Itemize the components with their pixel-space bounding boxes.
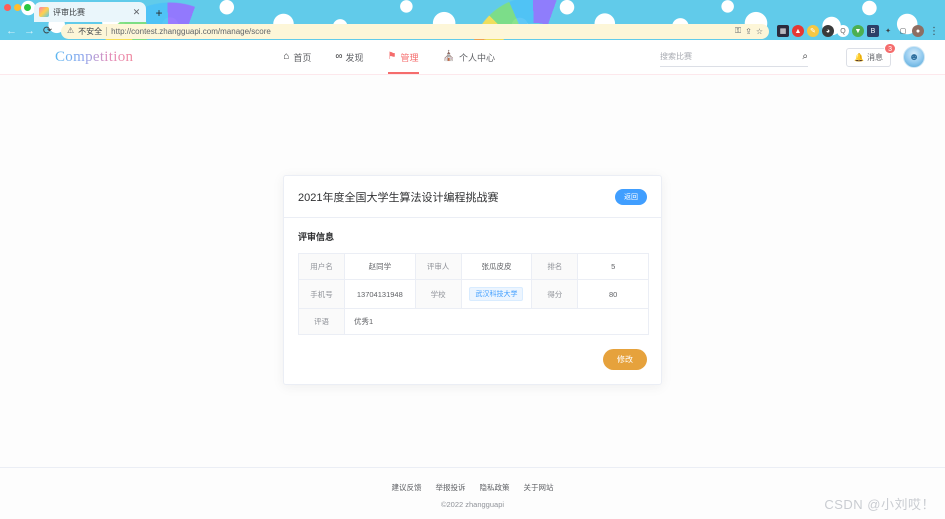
extension-toolbar: ▦ ▲ ✎ ◕ Q ▼ B ✦ ▢ ● ⋮ xyxy=(775,25,941,37)
footer-link-privacy[interactable]: 隐私政策 xyxy=(480,482,510,493)
search-icon[interactable]: ⌕ xyxy=(798,51,808,62)
site-logo[interactable]: Competition xyxy=(55,49,133,66)
value-phone: 13704131948 xyxy=(344,279,416,309)
table-row: 用户名 赵同学 评审人 张瓜皮皮 排名 5 xyxy=(298,253,649,280)
label-score: 得分 xyxy=(531,279,579,309)
bell-icon: 🔔 xyxy=(854,52,864,62)
nav-item-manage[interactable]: ⚑ 管理 xyxy=(387,40,419,74)
table-row: 评语 优秀1 xyxy=(298,308,649,335)
window-close-button[interactable] xyxy=(4,4,11,11)
footer-link-feedback[interactable]: 建议反馈 xyxy=(392,482,422,493)
extension-red-icon[interactable]: ▲ xyxy=(792,25,804,37)
label-reviewer: 评审人 xyxy=(414,253,462,280)
header-actions: 🔔 消息 3 ☻ xyxy=(846,42,925,68)
nav-item-discover[interactable]: ∞ 发现 xyxy=(335,40,363,74)
label-phone: 手机号 xyxy=(298,279,345,309)
extension-navy-icon[interactable]: B xyxy=(867,25,879,37)
nav-item-discover-label: 发现 xyxy=(345,52,364,63)
message-badge: 3 xyxy=(884,42,896,54)
tab-title: 评审比赛 xyxy=(53,7,85,17)
window-controls[interactable] xyxy=(4,4,31,11)
site-header: Competition ⌂ 首页 ∞ 发现 ⚑ 管理 ⛪ 个人中心 搜索比赛 ⌕… xyxy=(0,40,945,75)
label-rank: 排名 xyxy=(531,253,579,280)
address-bar[interactable]: ⚠ 不安全 http://contest.zhangguapi.com/mana… xyxy=(61,23,769,39)
review-card: 2021年度全国大学生算法设计编程挑战赛 返回 评审信息 用户名 赵同学 评审人… xyxy=(283,175,662,385)
security-status-label: 不安全 xyxy=(78,26,103,36)
extension-green-icon[interactable]: ▼ xyxy=(852,25,864,37)
reload-button[interactable]: ⟳ xyxy=(40,24,55,39)
share-icon[interactable]: ⇪ xyxy=(745,27,752,36)
back-button[interactable]: ← xyxy=(4,24,19,39)
extension-yellow-icon[interactable]: ✎ xyxy=(807,25,819,37)
omnibox-actions: ⚿ ⇪ ☆ xyxy=(735,26,763,36)
message-button[interactable]: 🔔 消息 3 xyxy=(846,42,896,67)
card-footer: 修改 xyxy=(284,335,661,370)
avatar-glyph: ☻ xyxy=(908,51,920,63)
value-comment: 优秀1 xyxy=(344,308,649,335)
extension-panda-icon[interactable]: ◕ xyxy=(822,25,834,37)
extension-puzzle-icon[interactable]: ✦ xyxy=(882,25,894,37)
nav-item-home[interactable]: ⌂ 首页 xyxy=(283,40,311,74)
user-center-icon: ⛪ xyxy=(442,51,455,62)
forward-button[interactable]: → xyxy=(22,24,37,39)
tab-favicon-icon xyxy=(39,7,49,17)
nav-item-manage-label: 管理 xyxy=(400,52,419,63)
new-tab-button[interactable]: + xyxy=(152,6,166,20)
value-username: 赵同学 xyxy=(344,253,416,280)
value-rank: 5 xyxy=(577,253,649,280)
card-header: 2021年度全国大学生算法设计编程挑战赛 返回 xyxy=(284,176,661,218)
table-row: 手机号 13704131948 学校 武汉科技大学 得分 80 xyxy=(298,279,649,309)
page-title: 2021年度全国大学生算法设计编程挑战赛 xyxy=(298,192,499,204)
extension-qq-icon[interactable]: Q xyxy=(837,25,849,37)
footer-links: 建议反馈 举报投诉 隐私政策 关于网站 xyxy=(0,482,945,493)
value-school-cell: 武汉科技大学 xyxy=(460,279,533,309)
side-panel-icon[interactable]: ▢ xyxy=(897,25,909,37)
label-school: 学校 xyxy=(414,279,462,309)
nav-item-user-center-label: 个人中心 xyxy=(458,52,495,63)
star-icon[interactable]: ☆ xyxy=(756,27,763,36)
extension-dark-icon[interactable]: ▦ xyxy=(777,25,789,37)
review-info-table: 用户名 赵同学 评审人 张瓜皮皮 排名 5 手机号 13704131948 学校 xyxy=(298,253,649,335)
omnibox-divider xyxy=(106,26,108,36)
browser-toolbar: ← → ⟳ ⚠ 不安全 http://contest.zhangguapi.co… xyxy=(0,22,945,40)
site-footer: 建议反馈 举报投诉 隐私政策 关于网站 ©2022 zhangguapi xyxy=(0,467,945,519)
main-navigation: ⌂ 首页 ∞ 发现 ⚑ 管理 ⛪ 个人中心 xyxy=(283,40,495,74)
value-reviewer: 张瓜皮皮 xyxy=(460,253,533,280)
browser-window: 评审比赛 ✕ + ← → ⟳ ⚠ 不安全 http://contest.zhan… xyxy=(0,0,945,519)
search-input[interactable] xyxy=(660,51,799,61)
tab-strip: 评审比赛 ✕ + xyxy=(0,0,945,22)
nav-item-home-label: 首页 xyxy=(293,52,312,63)
message-button-label: 消息 xyxy=(867,52,883,62)
label-username: 用户名 xyxy=(298,253,345,280)
footer-link-report[interactable]: 举报投诉 xyxy=(436,482,466,493)
address-bar-url: http://contest.zhangguapi.com/manage/sco… xyxy=(111,26,271,36)
user-avatar[interactable]: ☻ xyxy=(903,46,925,68)
page-content: Competition ⌂ 首页 ∞ 发现 ⚑ 管理 ⛪ 个人中心 搜索比赛 ⌕… xyxy=(0,40,945,519)
warning-triangle-icon: ⚠ xyxy=(67,26,75,35)
browser-tab[interactable]: 评审比赛 ✕ xyxy=(34,2,146,22)
footer-link-about[interactable]: 关于网站 xyxy=(524,482,554,493)
flag-icon: ⚑ xyxy=(387,51,397,62)
profile-avatar-icon[interactable]: ● xyxy=(912,25,924,37)
search-box[interactable]: ⌕ xyxy=(660,47,809,67)
back-to-list-button[interactable]: 返回 xyxy=(615,189,647,205)
home-icon: ⌂ xyxy=(283,51,290,62)
window-minimize-button[interactable] xyxy=(14,4,21,11)
copyright-text: ©2022 zhangguapi xyxy=(440,500,505,509)
nav-item-user-center[interactable]: ⛪ 个人中心 xyxy=(443,40,495,74)
edit-button[interactable]: 修改 xyxy=(603,349,647,370)
value-score: 80 xyxy=(577,279,649,309)
section-title: 评审信息 xyxy=(298,232,335,242)
tab-close-icon[interactable]: ✕ xyxy=(132,7,141,17)
discover-icon: ∞ xyxy=(335,51,342,62)
key-icon[interactable]: ⚿ xyxy=(735,26,741,36)
browser-chrome: 评审比赛 ✕ + ← → ⟳ ⚠ 不安全 http://contest.zhan… xyxy=(0,0,945,40)
window-maximize-button[interactable] xyxy=(24,4,31,11)
school-tag: 武汉科技大学 xyxy=(469,287,524,301)
main-content: 2021年度全国大学生算法设计编程挑战赛 返回 评审信息 用户名 赵同学 评审人… xyxy=(0,75,945,467)
browser-menu-icon[interactable]: ⋮ xyxy=(927,26,941,37)
label-comment: 评语 xyxy=(298,308,345,335)
